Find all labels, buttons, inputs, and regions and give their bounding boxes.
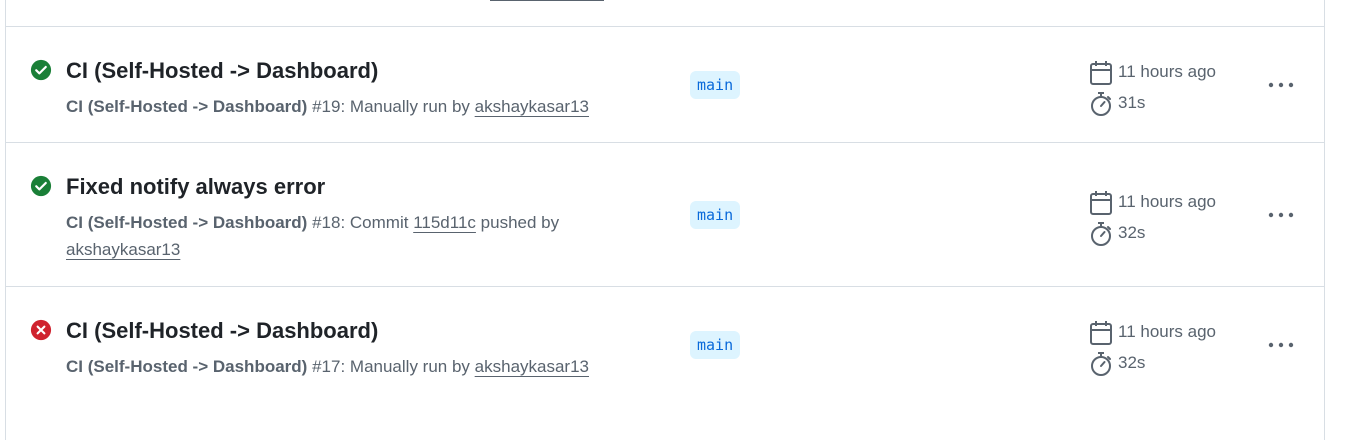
workflow-run-row[interactable]: CI (Self-Hosted -> Dashboard) CI (Self-H… xyxy=(5,26,1325,143)
workflow-name: CI (Self-Hosted -> Dashboard) xyxy=(66,357,308,376)
stopwatch-icon xyxy=(1091,352,1111,376)
calendar-icon xyxy=(1090,61,1112,85)
branch-badge[interactable]: main xyxy=(690,201,741,229)
workflow-name: CI (Self-Hosted -> Dashboard) xyxy=(66,213,308,232)
x-circle-fill-icon xyxy=(30,319,52,341)
workflow-run-row[interactable]: Fixed notify always error CI (Self-Hoste… xyxy=(5,142,1325,287)
actor-link[interactable]: akshaykasar13 xyxy=(475,357,589,376)
run-duration-text: 32s xyxy=(1118,353,1146,372)
run-meta: CI (Self-Hosted -> Dashboard) #19: Manua… xyxy=(66,93,606,120)
kebab-horizontal-icon[interactable] xyxy=(1261,201,1301,229)
stopwatch-icon xyxy=(1091,222,1111,246)
branch-badge[interactable]: main xyxy=(690,71,741,99)
run-date-text: 11 hours ago xyxy=(1118,322,1216,341)
run-title-link[interactable]: Fixed notify always error xyxy=(66,174,325,200)
actor-link[interactable]: akshaykasar13 xyxy=(66,240,180,259)
pushed-by-text: pushed by xyxy=(480,213,560,232)
trigger-text: Manually run by xyxy=(349,97,470,116)
actor-link[interactable]: akshaykasar13 xyxy=(475,97,589,116)
calendar-icon xyxy=(1090,321,1112,345)
run-title-link[interactable]: CI (Self-Hosted -> Dashboard) xyxy=(66,58,378,84)
run-duration-text: 32s xyxy=(1118,223,1146,242)
run-number: #19: xyxy=(312,97,346,116)
run-meta: CI (Self-Hosted -> Dashboard) #18: Commi… xyxy=(66,209,606,263)
workflow-name: CI (Self-Hosted -> Dashboard) xyxy=(66,97,308,116)
run-title-link[interactable]: CI (Self-Hosted -> Dashboard) xyxy=(66,318,378,344)
run-meta: CI (Self-Hosted -> Dashboard) #17: Manua… xyxy=(66,353,606,380)
run-duration-text: 31s xyxy=(1118,93,1146,112)
check-circle-fill-icon xyxy=(30,59,52,81)
workflow-run-row[interactable]: CI (Self-Hosted -> Dashboard) CI (Self-H… xyxy=(5,286,1325,403)
previous-row-link-underline xyxy=(490,0,604,1)
kebab-horizontal-icon[interactable] xyxy=(1261,71,1301,99)
commit-link[interactable]: 115d11c xyxy=(413,213,476,232)
branch-badge[interactable]: main xyxy=(690,331,741,359)
calendar-icon xyxy=(1090,191,1112,215)
kebab-horizontal-icon[interactable] xyxy=(1261,331,1301,359)
run-date-text: 11 hours ago xyxy=(1118,192,1216,211)
trigger-text: Manually run by xyxy=(349,357,470,376)
run-number: #18: xyxy=(312,213,346,232)
run-number: #17: xyxy=(312,357,346,376)
run-date-text: 11 hours ago xyxy=(1118,62,1216,81)
check-circle-fill-icon xyxy=(30,175,52,197)
trigger-text: Commit xyxy=(349,213,409,232)
stopwatch-icon xyxy=(1091,92,1111,116)
